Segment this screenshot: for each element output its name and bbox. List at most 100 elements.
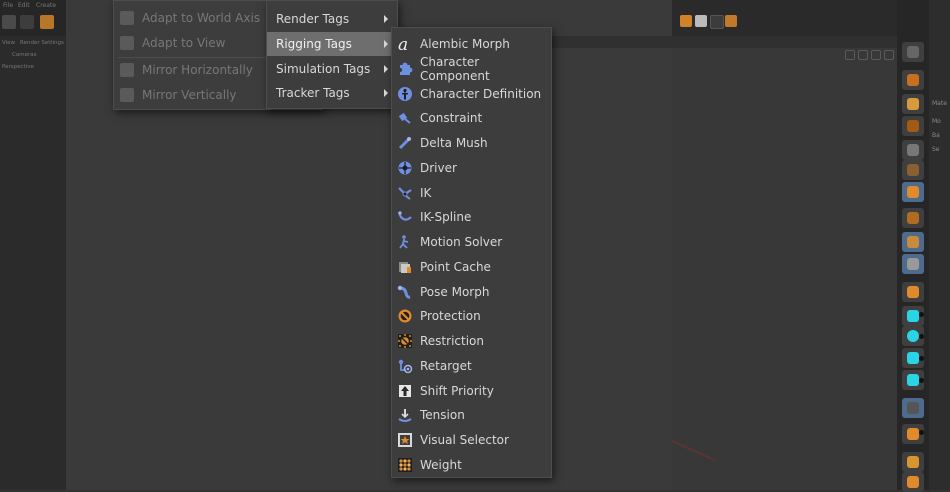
picture-viewer-icon[interactable] <box>725 15 737 27</box>
generator-icon <box>907 98 919 110</box>
viewport-maximize-icon[interactable] <box>884 50 894 60</box>
right-tool-button[interactable] <box>902 282 924 302</box>
alembic-morph-icon: a <box>398 36 408 52</box>
menu-item-ik-spline[interactable]: IK-Spline <box>392 205 551 229</box>
menu-item-protection[interactable]: Protection <box>392 304 551 328</box>
menu-create[interactable]: Create <box>36 2 56 9</box>
viewport-move-icon[interactable] <box>845 50 855 60</box>
menu-item-label: Tracker Tags <box>276 86 350 100</box>
tags-submenu: Render Tags Rigging Tags Simulation Tags… <box>266 0 398 109</box>
render-icon[interactable] <box>680 15 692 27</box>
motion-solver-icon <box>399 235 409 249</box>
menu-item-restriction[interactable]: Restriction <box>392 329 551 353</box>
viewport-right-area <box>672 48 897 490</box>
restriction-icon <box>398 334 412 348</box>
menu-item-tension[interactable]: Tension <box>392 403 551 427</box>
menu-item-ik[interactable]: IK <box>392 181 551 205</box>
right-tool-button[interactable] <box>902 140 924 160</box>
submenu-arrow-icon <box>384 40 388 48</box>
menu-item-weight[interactable]: Weight <box>392 453 551 477</box>
ik-icon <box>398 187 412 200</box>
menu-item-rigging-tags[interactable]: Rigging Tags <box>267 32 397 56</box>
axis-icon <box>907 330 919 342</box>
right-tool-button[interactable] <box>902 94 924 114</box>
paint-icon <box>907 428 919 440</box>
right-tool-button[interactable] <box>902 254 924 274</box>
pose-morph-icon <box>397 285 411 299</box>
right-tool-button[interactable] <box>902 70 924 90</box>
right-tool-button[interactable] <box>902 116 924 136</box>
menu-item-render-tags[interactable]: Render Tags <box>267 7 397 31</box>
workplane-icon <box>907 310 919 322</box>
menu-item-simulation-tags[interactable]: Simulation Tags <box>267 57 397 81</box>
points-mode-icon <box>907 212 919 224</box>
viewport-zoom-icon[interactable] <box>871 50 881 60</box>
right-tool-button[interactable] <box>902 160 924 180</box>
viewport-perspective-label: Perspective <box>2 64 34 70</box>
protection-icon <box>398 309 412 323</box>
right-tool-button[interactable] <box>902 208 924 228</box>
menu-item-label: Constraint <box>420 111 483 125</box>
layout-icon <box>907 476 919 488</box>
right-tool-button[interactable] <box>902 182 924 202</box>
rigging-tags-submenu: a Alembic Morph Character Component Char… <box>391 27 552 478</box>
object-icon <box>907 74 919 86</box>
menu-file[interactable]: File <box>3 2 13 9</box>
viewport-cameras-menu[interactable]: Cameras <box>12 52 36 58</box>
menu-item-visual-selector[interactable]: Visual Selector <box>392 428 551 452</box>
toolbar-tool-icon[interactable] <box>20 15 34 29</box>
right-tool-button[interactable] <box>902 472 924 492</box>
nurbs-icon <box>907 164 919 176</box>
menu-item-character-definition[interactable]: Character Definition <box>392 82 551 106</box>
render-view-icon[interactable] <box>695 15 707 27</box>
constraint-icon <box>398 112 411 124</box>
menu-item-retarget[interactable]: Retarget <box>392 354 551 378</box>
menu-item-motion-solver[interactable]: Motion Solver <box>392 230 551 254</box>
option-dot <box>919 430 924 435</box>
menu-item-label: Point Cache <box>420 260 491 274</box>
menu-item-character-component[interactable]: Character Component <box>392 55 551 83</box>
shift-priority-icon <box>399 385 411 397</box>
menu-edit[interactable]: Edit <box>18 2 30 9</box>
menu-item-label: Alembic Morph <box>420 37 510 51</box>
menu-item-pose-morph[interactable]: Pose Morph <box>392 280 551 304</box>
submenu-arrow-icon <box>384 89 388 97</box>
world-axis-icon <box>120 11 134 25</box>
viewport-view-menu[interactable]: View <box>2 40 15 46</box>
render-settings-icon[interactable] <box>710 15 724 29</box>
visual-selector-icon <box>398 433 412 447</box>
toolbar-tool-icon[interactable] <box>2 15 16 29</box>
menu-item-constraint[interactable]: Constraint <box>392 106 551 130</box>
toolbar-render-icon[interactable] <box>40 15 54 29</box>
menu-item-label: Motion Solver <box>420 235 503 249</box>
spline-icon <box>907 144 919 156</box>
right-tool-button[interactable] <box>902 452 924 472</box>
menu-item-tracker-tags[interactable]: Tracker Tags <box>267 81 397 105</box>
mirror-horizontal-icon <box>120 63 134 77</box>
menu-item-delta-mush[interactable]: Delta Mush <box>392 131 551 155</box>
viewport-rotate-icon[interactable] <box>858 50 868 60</box>
menu-item-label: Character Component <box>420 55 490 83</box>
menu-item-label: Delta Mush <box>420 136 488 150</box>
tension-icon <box>398 409 412 422</box>
viewport-header-bar <box>672 0 900 36</box>
menu-item-shift-priority[interactable]: Shift Priority <box>392 379 551 403</box>
menu-item-label: Shift Priority <box>420 384 494 398</box>
menu-item-label: Character Definition <box>420 87 542 101</box>
menu-item-driver[interactable]: Driver <box>392 156 551 180</box>
sculpt-icon <box>907 402 919 414</box>
right-tool-button[interactable] <box>902 232 924 252</box>
right-tool-button[interactable] <box>902 398 924 418</box>
menu-item-label: Tension <box>420 408 465 422</box>
option-dot <box>919 334 924 339</box>
cube-icon <box>907 46 919 58</box>
svg-text:a: a <box>398 36 408 52</box>
viewport-render-settings[interactable]: Render Settings <box>20 40 64 46</box>
character-definition-icon <box>398 87 412 101</box>
menu-item-alembic-morph[interactable]: a Alembic Morph <box>392 32 551 56</box>
right-tool-button[interactable] <box>902 42 924 62</box>
menu-item-point-cache[interactable]: Point Cache <box>392 255 551 279</box>
mirror-vertical-icon <box>120 88 134 102</box>
deformer-icon <box>907 120 919 132</box>
menu-item-label: Retarget <box>420 359 472 373</box>
